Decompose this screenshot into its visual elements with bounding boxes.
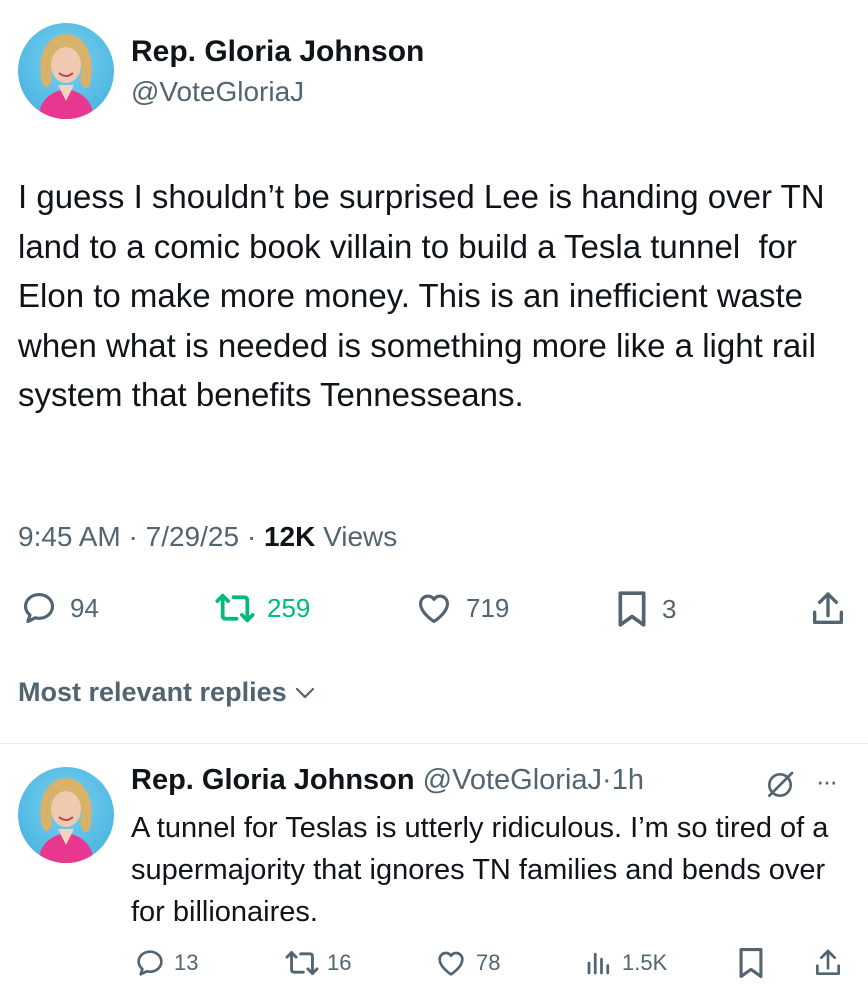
reply-header: Rep. Gloria Johnson @VoteGloriaJ·1h (131, 764, 644, 797)
reply-bookmark-button[interactable] (736, 946, 766, 985)
views-label: Views (323, 521, 398, 552)
like-icon (418, 594, 450, 624)
grok-button[interactable] (764, 769, 796, 806)
repost-icon (285, 951, 319, 975)
reply-icon (23, 592, 55, 624)
author-avatar[interactable] (18, 23, 114, 119)
views-count: 12K (263, 521, 316, 552)
reply-share-button[interactable] (812, 946, 844, 985)
author-name[interactable]: Rep. Gloria Johnson (131, 35, 424, 69)
reply-repost-button[interactable]: 16 (285, 947, 351, 979)
reply-button[interactable]: 94 (20, 589, 99, 627)
reply-repost-count: 16 (327, 950, 352, 975)
reply-author-name[interactable]: Rep. Gloria Johnson (131, 764, 415, 796)
reply-author-avatar[interactable] (18, 767, 114, 863)
tweet-date[interactable]: 7/29/25 (146, 521, 239, 552)
meta-separator: · (128, 521, 138, 552)
reply-count: 94 (70, 592, 99, 623)
bookmark-button[interactable]: 3 (614, 589, 676, 629)
chevron-down-icon (295, 687, 314, 698)
views-icon (587, 952, 610, 975)
reply-like-button[interactable]: 78 (434, 947, 500, 979)
like-count: 719 (466, 592, 510, 623)
replies-sort-dropdown[interactable]: Most relevant replies (18, 677, 317, 708)
reply-time[interactable]: 1h (612, 764, 644, 796)
reply-views-count: 1.5K (622, 950, 668, 975)
replies-sort-label: Most relevant replies (18, 677, 287, 707)
tweet-meta: 9:45 AM · 7/29/25 · 12K Views (18, 521, 397, 553)
reply-like-count: 78 (476, 950, 501, 975)
tweet-text: I guess I shouldn’t be surprised Lee is … (18, 178, 834, 413)
reply-icon (137, 950, 163, 976)
reply-author-handle[interactable]: @VoteGloriaJ (423, 764, 602, 796)
meta-separator: · (246, 521, 257, 552)
share-icon (816, 949, 840, 975)
tweet-time[interactable]: 9:45 AM (18, 521, 121, 552)
reply-separator: · (602, 764, 612, 796)
bookmark-count: 3 (662, 593, 677, 624)
bookmark-icon (739, 947, 763, 979)
divider (0, 743, 868, 744)
more-icon[interactable]: ··· (816, 766, 838, 797)
repost-icon (215, 593, 255, 623)
like-button[interactable]: 719 (414, 589, 509, 627)
author-handle[interactable]: @VoteGloriaJ (131, 76, 304, 108)
repost-button[interactable]: 259 (215, 589, 310, 627)
reply-views-button[interactable]: 1.5K (584, 947, 667, 979)
reply-reply-button[interactable]: 13 (134, 947, 198, 979)
like-icon (438, 951, 464, 976)
reply-reply-count: 13 (174, 950, 199, 975)
repost-count: 259 (267, 592, 311, 623)
bookmark-icon (618, 591, 646, 627)
grok-icon (768, 771, 794, 797)
reply-text: A tunnel for Teslas is utterly ridiculou… (131, 812, 829, 928)
share-icon (813, 592, 843, 624)
share-button[interactable] (808, 589, 848, 629)
